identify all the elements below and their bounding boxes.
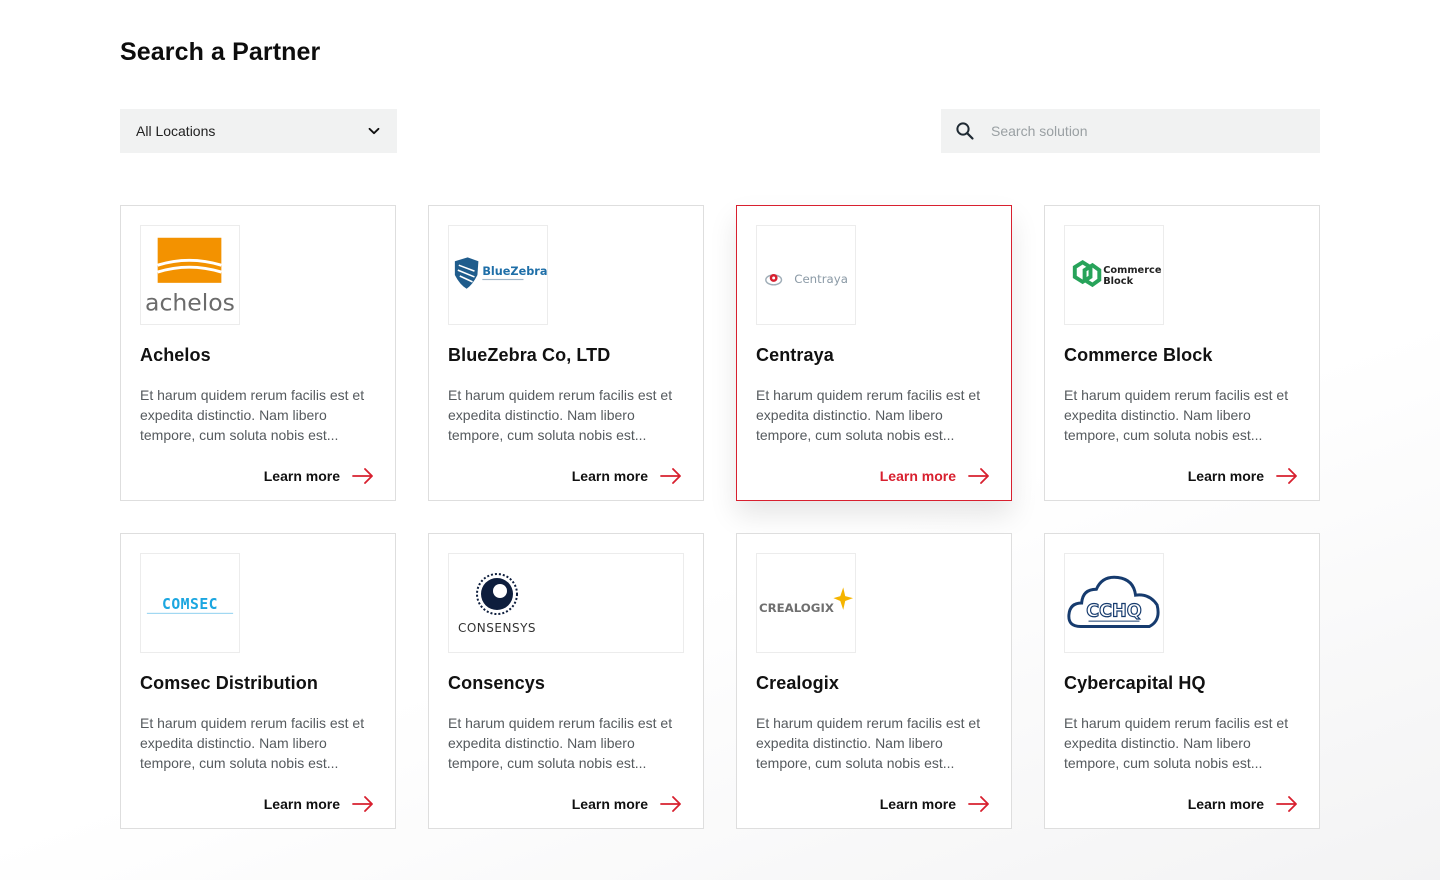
svg-text:Commerce: Commerce — [1103, 265, 1162, 276]
learn-more-link[interactable]: Learn more — [264, 796, 374, 812]
arrow-right-icon — [352, 468, 373, 484]
commerce-block-logo: Commerce Block — [1064, 225, 1164, 325]
location-dropdown-value: All Locations — [136, 123, 216, 139]
learn-more-label: Learn more — [1187, 468, 1264, 484]
bluezebra-logo: BlueZebra — [448, 225, 548, 325]
svg-text:CREALOGIX: CREALOGIX — [759, 601, 834, 615]
svg-text:achelos: achelos — [145, 288, 235, 316]
learn-more-link[interactable]: Learn more — [1188, 796, 1298, 812]
partner-description: Et harum quidem rerum facilis est et exp… — [140, 715, 365, 771]
centraya-logo: Centraya — [756, 225, 856, 325]
svg-text:Block: Block — [1103, 276, 1133, 287]
partner-name: Centraya — [756, 345, 834, 365]
learn-more-label: Learn more — [879, 468, 956, 484]
arrow-right-icon — [660, 468, 681, 484]
partner-description: Et harum quidem rerum facilis est et exp… — [448, 387, 673, 443]
learn-more-link[interactable]: Learn more — [880, 796, 990, 812]
crealogix-logo: CREALOGIX — [756, 553, 856, 653]
learn-more-label: Learn more — [1187, 796, 1264, 812]
svg-text:COMSEC: COMSEC — [162, 596, 218, 613]
partner-name: Achelos — [140, 345, 211, 365]
partner-description: Et harum quidem rerum facilis est et exp… — [756, 387, 981, 443]
partner-name: Comsec Distribution — [140, 673, 318, 693]
partner-description: Et harum quidem rerum facilis est et exp… — [140, 387, 365, 443]
search-input[interactable] — [991, 123, 1306, 139]
search-icon — [956, 122, 974, 140]
arrow-right-icon — [968, 468, 989, 484]
learn-more-link[interactable]: Learn more — [572, 468, 682, 484]
partner-name: Crealogix — [756, 673, 839, 693]
svg-text:Centraya: Centraya — [794, 272, 848, 286]
partner-card[interactable]: BlueZebra BlueZebra Co, LTD Et harum qui… — [428, 205, 704, 501]
arrow-right-icon — [1276, 796, 1297, 812]
partner-name: Commerce Block — [1064, 345, 1213, 365]
svg-text:BlueZebra: BlueZebra — [482, 265, 547, 278]
consensys-logo: CONSENSYS — [448, 553, 684, 653]
cchq-logo: CCHQ — [1064, 553, 1164, 653]
svg-text:CONSENSYS: CONSENSYS — [458, 621, 536, 635]
learn-more-link[interactable]: Learn more — [572, 796, 682, 812]
partner-card[interactable]: COMSEC Comsec Distribution Et harum quid… — [120, 533, 396, 829]
learn-more-label: Learn more — [879, 796, 956, 812]
search-box[interactable] — [941, 109, 1320, 153]
partner-name: BlueZebra Co, LTD — [448, 345, 611, 365]
learn-more-link[interactable]: Learn more — [1188, 468, 1298, 484]
partner-card[interactable]: CREALOGIX Crealogix Et harum quidem reru… — [736, 533, 1012, 829]
partner-description: Et harum quidem rerum facilis est et exp… — [1064, 715, 1289, 771]
partner-name: Cybercapital HQ — [1064, 673, 1206, 693]
learn-more-label: Learn more — [263, 468, 340, 484]
achelos-logo: achelos — [140, 225, 240, 325]
learn-more-label: Learn more — [571, 796, 648, 812]
partner-card-active[interactable]: Centraya Centraya Et harum quidem rerum … — [736, 205, 1012, 501]
comsec-logo: COMSEC — [140, 553, 240, 653]
partner-grid: achelos Achelos Et harum quidem rerum fa… — [120, 205, 1320, 829]
learn-more-label: Learn more — [571, 468, 648, 484]
arrow-right-icon — [1276, 468, 1297, 484]
location-dropdown[interactable]: All Locations — [120, 109, 397, 153]
partner-description: Et harum quidem rerum facilis est et exp… — [756, 715, 981, 771]
partner-card[interactable]: CONSENSYS Consencys Et harum quidem reru… — [428, 533, 704, 829]
partner-name: Consencys — [448, 673, 545, 693]
partner-card[interactable]: CCHQ Cybercapital HQ Et harum quidem rer… — [1044, 533, 1320, 829]
chevron-down-icon — [368, 127, 380, 135]
partner-card[interactable]: achelos Achelos Et harum quidem rerum fa… — [120, 205, 396, 501]
arrow-right-icon — [352, 796, 373, 812]
partner-description: Et harum quidem rerum facilis est et exp… — [448, 715, 673, 771]
learn-more-label: Learn more — [263, 796, 340, 812]
learn-more-link[interactable]: Learn more — [880, 468, 990, 484]
partner-card[interactable]: Commerce Block Commerce Block Et harum q… — [1044, 205, 1320, 501]
svg-text:CCHQ: CCHQ — [1086, 602, 1142, 622]
learn-more-link[interactable]: Learn more — [264, 468, 374, 484]
partner-description: Et harum quidem rerum facilis est et exp… — [1064, 387, 1289, 443]
arrow-right-icon — [660, 796, 681, 812]
page-title: Search a Partner — [120, 38, 321, 66]
partner-search-page: Search a Partner All Locations achelos A — [0, 0, 1440, 880]
arrow-right-icon — [968, 796, 989, 812]
